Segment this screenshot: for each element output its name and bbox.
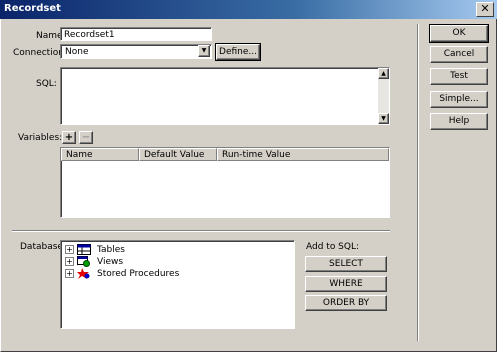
variables-table[interactable]: Name Default Value Run-time Value: [60, 147, 390, 218]
column-header-name[interactable]: Name: [61, 148, 139, 161]
where-button[interactable]: WHERE: [305, 276, 387, 292]
tree-item-label: Tables: [97, 245, 125, 255]
ok-button[interactable]: OK: [429, 24, 489, 43]
expand-icon[interactable]: +: [65, 269, 74, 278]
connection-label: Connection:: [13, 48, 67, 58]
add-variable-button[interactable]: +: [62, 131, 76, 144]
tree-item-views[interactable]: + Views: [65, 256, 123, 268]
select-button[interactable]: SELECT: [305, 256, 387, 272]
chevron-down-icon[interactable]: ▼: [198, 45, 210, 57]
remove-variable-button[interactable]: −: [79, 131, 93, 144]
sql-scrollbar[interactable]: ▲ ▼: [378, 68, 389, 124]
test-button[interactable]: Test: [430, 68, 488, 85]
name-input[interactable]: Recordset1: [60, 27, 212, 41]
simple-button[interactable]: Simple...: [430, 91, 488, 108]
order-by-button[interactable]: ORDER BY: [305, 295, 387, 311]
close-button[interactable]: ✕: [476, 2, 494, 17]
scroll-up-icon[interactable]: ▲: [378, 68, 389, 79]
sql-textarea[interactable]: ▲ ▼: [60, 67, 390, 125]
view-icon: [77, 256, 91, 267]
tree-item-label: Stored Procedures: [97, 269, 180, 279]
connection-value: None: [65, 47, 89, 57]
database-tree[interactable]: + Tables + Views + Stored Procedures: [60, 240, 295, 329]
column-header-runtime-value[interactable]: Run-time Value: [217, 148, 389, 161]
column-header-default-value[interactable]: Default Value: [139, 148, 217, 161]
separator: [12, 230, 390, 232]
vertical-divider-highlight: [418, 24, 419, 341]
stored-procedure-icon: [77, 268, 91, 279]
help-button[interactable]: Help: [430, 113, 488, 130]
tree-item-label: Views: [97, 257, 124, 267]
expand-icon[interactable]: +: [65, 245, 74, 254]
tree-item-tables[interactable]: + Tables: [65, 244, 125, 256]
title-bar: Recordset ✕: [0, 0, 497, 19]
cancel-button[interactable]: Cancel: [430, 46, 488, 63]
sql-label: SQL:: [36, 79, 57, 89]
window-title: Recordset: [4, 3, 61, 14]
table-icon: [77, 244, 91, 255]
connection-select[interactable]: None ▼: [60, 44, 212, 59]
add-to-sql-label: Add to SQL:: [306, 242, 360, 252]
variables-label: Variables:: [18, 133, 63, 143]
define-button[interactable]: Define...: [215, 43, 261, 61]
expand-icon[interactable]: +: [65, 257, 74, 266]
tree-item-stored-procedures[interactable]: + Stored Procedures: [65, 268, 179, 280]
scroll-down-icon[interactable]: ▼: [378, 113, 389, 124]
